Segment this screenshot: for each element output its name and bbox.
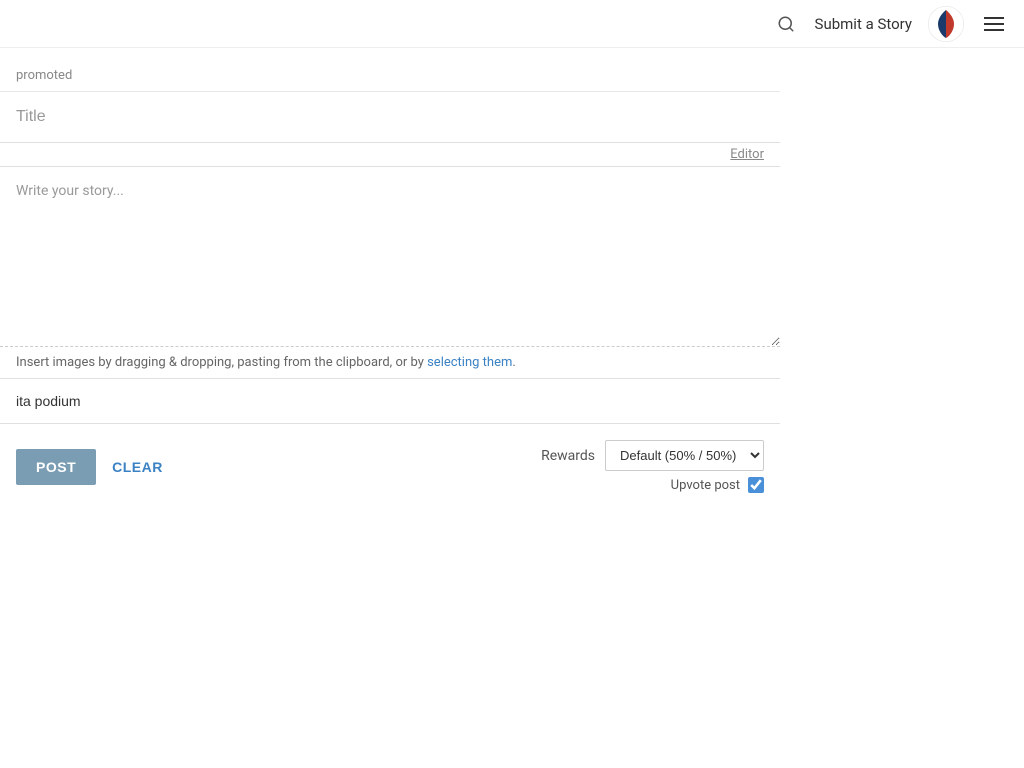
clear-button[interactable]: CLEAR <box>112 459 163 475</box>
editor-link[interactable]: Editor <box>730 147 764 162</box>
header: Submit a Story <box>0 0 1024 48</box>
post-button[interactable]: POST <box>16 449 96 485</box>
hamburger-line-2 <box>984 23 1004 25</box>
rewards-section: Rewards Default (50% / 50%) Decline Payo… <box>541 440 764 493</box>
actions-row: POST CLEAR Rewards Default (50% / 50%) D… <box>0 424 780 509</box>
rewards-label: Rewards <box>541 448 595 464</box>
logo[interactable] <box>928 6 964 42</box>
image-insert-period: . <box>512 355 515 370</box>
hamburger-button[interactable] <box>980 13 1008 35</box>
logo-icon <box>928 6 964 42</box>
main-content: promoted Editor Insert images by draggin… <box>0 48 780 509</box>
tag-input[interactable] <box>0 379 780 424</box>
header-actions: Submit a Story <box>773 6 1008 42</box>
title-input[interactable] <box>0 92 780 143</box>
promoted-label: promoted <box>0 60 780 91</box>
selecting-them-link[interactable]: selecting them <box>427 355 512 370</box>
hamburger-line-1 <box>984 17 1004 19</box>
rewards-row: Rewards Default (50% / 50%) Decline Payo… <box>541 440 764 471</box>
hamburger-line-3 <box>984 29 1004 31</box>
upvote-label: Upvote post <box>671 478 740 493</box>
story-textarea[interactable] <box>0 167 780 347</box>
image-insert-text: Insert images by dragging & dropping, pa… <box>16 355 427 370</box>
editor-row: Editor <box>0 143 780 167</box>
upvote-row: Upvote post <box>671 477 764 493</box>
upvote-checkbox[interactable] <box>748 477 764 493</box>
submit-story-link[interactable]: Submit a Story <box>815 15 912 33</box>
search-icon <box>777 15 795 33</box>
image-insert-row: Insert images by dragging & dropping, pa… <box>0 347 780 379</box>
rewards-select[interactable]: Default (50% / 50%) Decline Payout 100% … <box>605 440 764 471</box>
search-button[interactable] <box>773 11 799 37</box>
